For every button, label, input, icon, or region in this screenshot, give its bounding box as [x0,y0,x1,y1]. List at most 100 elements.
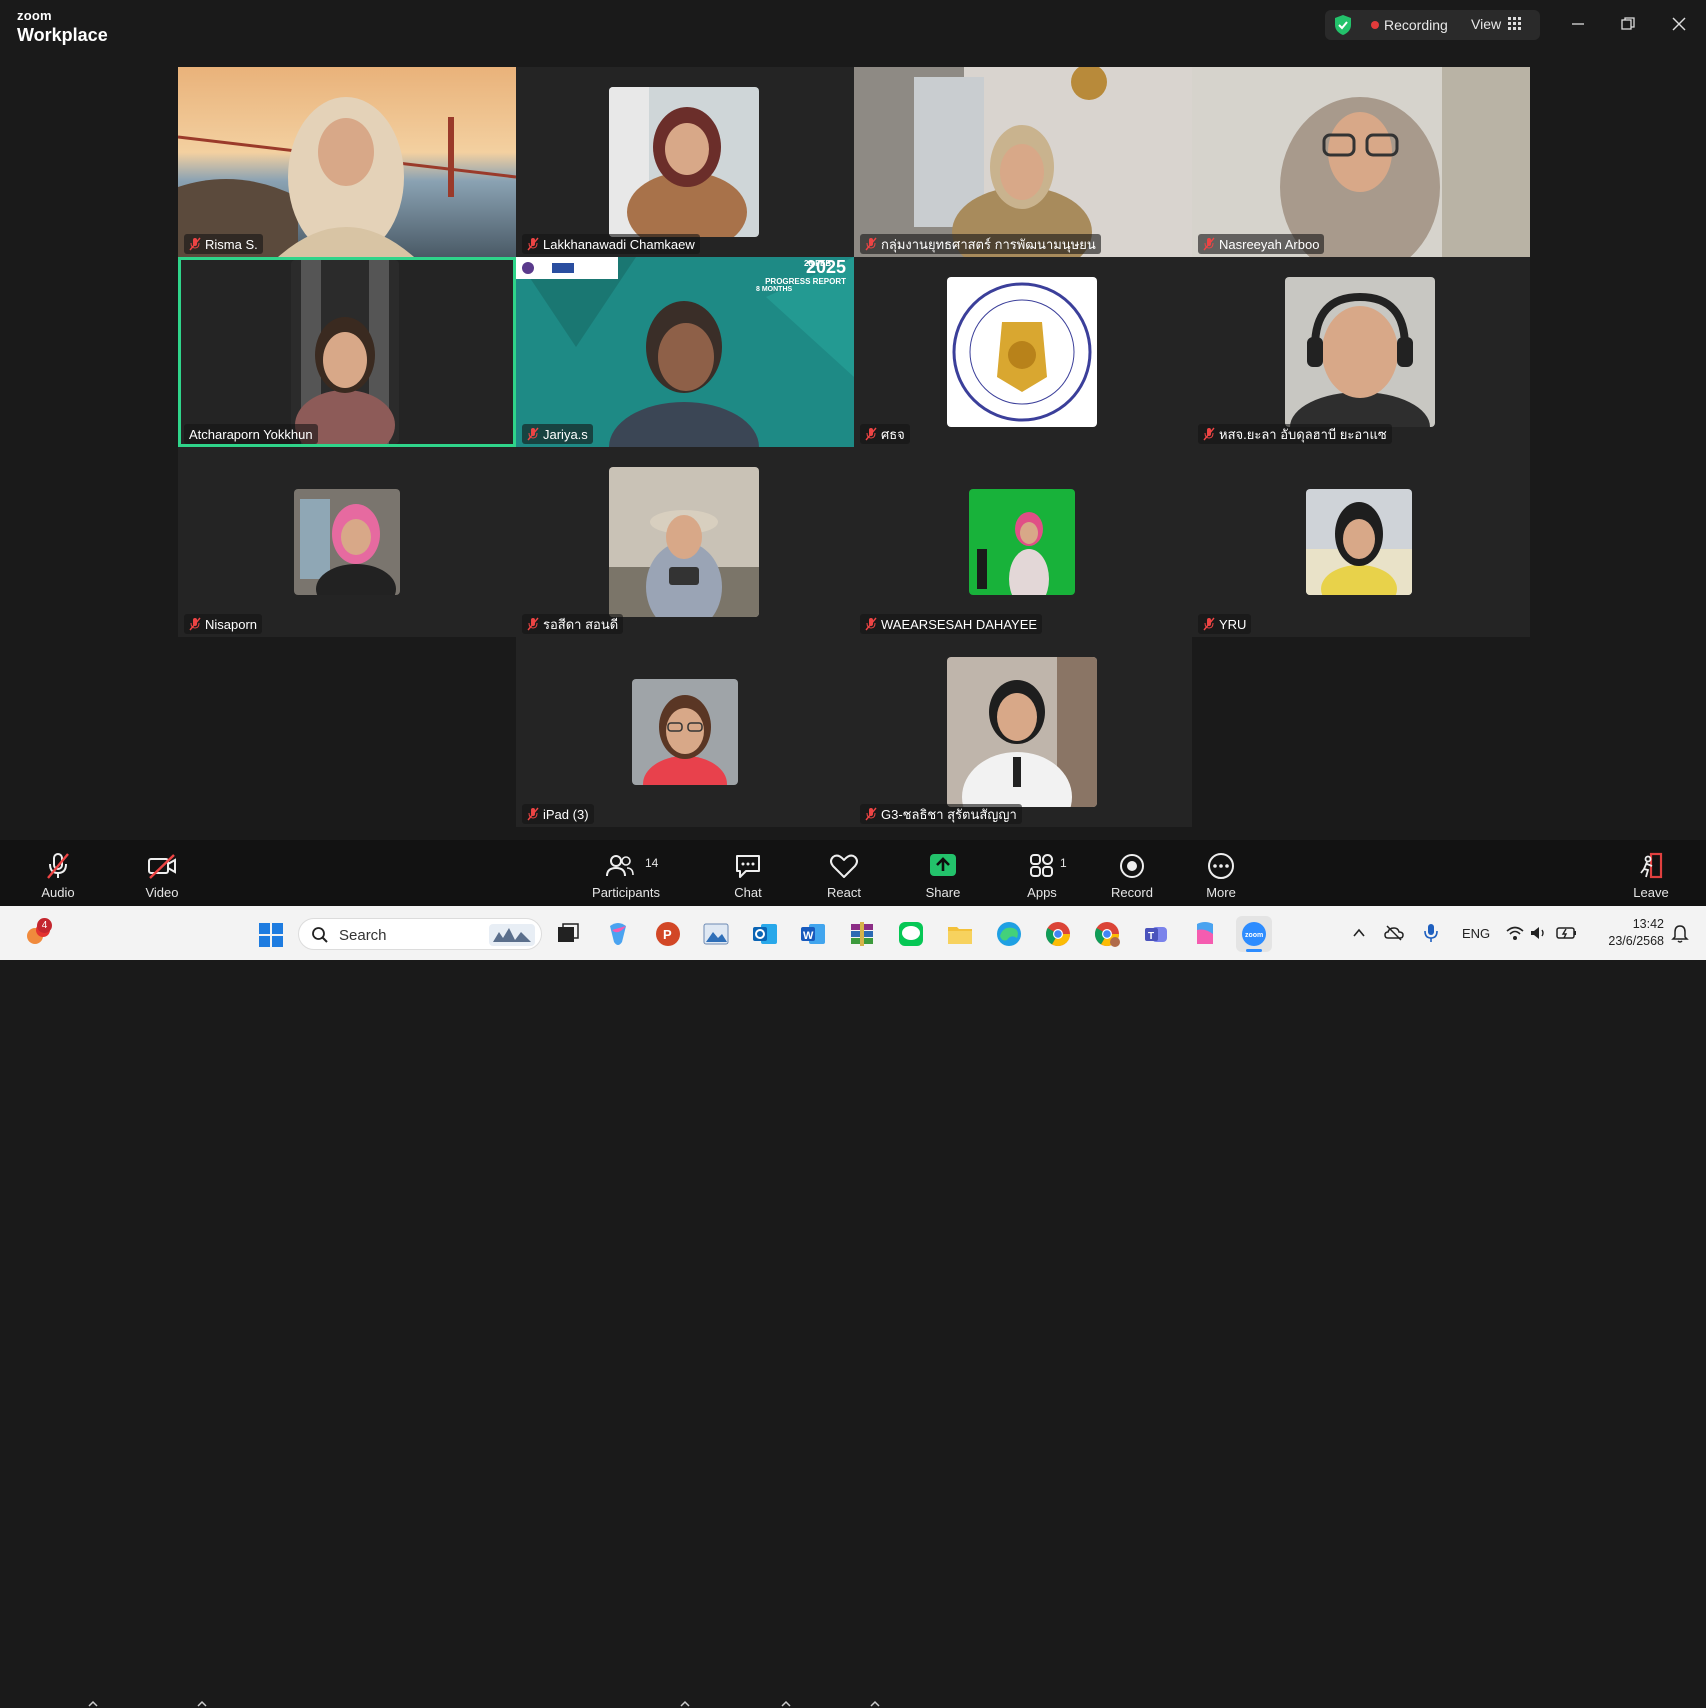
security-shield-icon[interactable] [1333,14,1353,36]
participant-tile[interactable]: Lakkhanawadi Chamkaew [516,67,854,257]
restore-icon [1621,17,1635,30]
apps-label: Apps [1027,885,1057,900]
recording-dot-icon [1371,21,1379,29]
notification-center-icon[interactable] [1670,924,1690,944]
participant-name: Nisaporn [205,616,258,632]
chat-options-caret-icon[interactable] [781,1700,791,1708]
mic-muted-icon [865,237,877,251]
battery-charging-icon[interactable] [1556,925,1578,941]
participant-tile[interactable]: YRU [1192,447,1530,637]
participant-name-tag: YRU [1198,614,1252,634]
taskbar-search-box[interactable]: Search [298,918,542,950]
video-gallery: Risma S. Lakkhanawadi Chamkaew กลุ่มงานย… [0,50,1706,840]
apps-button[interactable]: 1 Apps [1014,840,1070,906]
edge-icon[interactable] [995,920,1023,948]
participant-tile[interactable]: iPad (3) [516,637,854,827]
grid-view-icon[interactable] [1508,17,1521,30]
chat-button[interactable]: Chat [720,840,776,906]
mic-muted-icon [527,427,539,441]
participant-tile[interactable]: G3-ชลธิชา สุรัตนสัญญา [854,637,1192,827]
more-button[interactable]: More [1193,840,1249,906]
active-app-indicator [1246,949,1262,952]
outlook-icon[interactable] [751,920,779,948]
record-button[interactable]: Record [1102,840,1162,906]
participant-name-tag: Lakkhanawadi Chamkaew [522,234,700,254]
microsoft-365-icon[interactable] [1191,920,1219,948]
participant-name: ศธจ [881,426,905,442]
participant-tile[interactable]: รอสีดา สอนดี [516,447,854,637]
participant-name-tag: Nisaporn [184,614,263,634]
profile-logo-image [947,277,1097,427]
title-bar: zoom Workplace Recording View [0,0,1706,50]
system-clock[interactable]: 13:42 23/6/2568 [1594,916,1664,950]
participant-name-tag: Jariya.s [522,424,593,444]
volume-icon[interactable] [1529,924,1547,942]
participant-video [1285,277,1435,427]
show-hidden-icons-icon[interactable] [1352,926,1366,940]
react-label: React [827,885,861,900]
zoom-taskbar-active[interactable]: zoom [1236,916,1272,952]
chrome-profile-icon[interactable] [1093,920,1121,948]
participant-tile[interactable]: WAEARSESAH DAHAYEE [854,447,1192,637]
participant-tile[interactable]: Risma S. [178,67,516,257]
background-months-text: 8 MONTHS [756,286,793,293]
participant-name: Risma S. [205,236,258,252]
teams-icon[interactable]: T [1142,920,1170,948]
minimize-button[interactable] [1558,10,1598,38]
search-icon [312,927,328,943]
microphone-in-use-icon[interactable] [1423,922,1439,944]
powerpoint-icon[interactable]: P [654,920,682,948]
file-explorer-icon[interactable] [946,920,974,948]
participants-options-caret-icon[interactable] [680,1700,690,1708]
react-button[interactable]: React [816,840,872,906]
task-view-icon[interactable] [554,920,582,948]
audio-button[interactable]: Audio [30,840,86,906]
participant-tile[interactable]: ศธจ [854,257,1192,447]
heart-icon [830,854,858,878]
apps-count: 1 [1060,856,1067,870]
audio-options-caret-icon[interactable] [88,1700,98,1708]
windows-start-icon[interactable] [258,922,284,948]
close-button[interactable] [1659,10,1699,38]
share-button[interactable]: Share [914,840,972,906]
mic-muted-icon [189,237,201,251]
participant-tile-active-speaker[interactable]: Atcharaporn Yokkhun [178,257,516,447]
photos-icon[interactable] [702,920,730,948]
participant-tile[interactable]: หสจ.ยะลา อับดุลฮาบี ยะอาแซ [1192,257,1530,447]
participants-icon [606,855,634,877]
restore-button[interactable] [1608,10,1648,38]
participant-video [294,489,400,595]
audio-label: Audio [41,885,75,900]
onedrive-offline-icon[interactable] [1384,924,1404,942]
react-options-caret-icon[interactable] [870,1700,880,1708]
participant-tile[interactable]: กลุ่มงานยุทธศาสตร์ การพัฒนามนุษยน [854,67,1192,257]
participant-tile[interactable]: 28 FEB 2025 PROGRESS REPORT 8 MONTHS Jar… [516,257,854,447]
winrar-icon[interactable] [848,920,876,948]
chrome-icon[interactable] [1044,920,1072,948]
input-language-indicator[interactable]: ENG [1462,926,1490,941]
copilot-icon[interactable] [604,920,632,948]
minimize-icon [1572,23,1584,25]
participant-name: Nasreeyah Arboo [1219,236,1320,252]
mic-muted-icon [527,237,539,251]
recording-indicator[interactable]: Recording [1384,17,1448,33]
mic-muted-icon [1203,617,1215,631]
wifi-icon[interactable] [1505,924,1525,942]
participant-name: Jariya.s [543,426,588,442]
mic-muted-icon [189,617,201,631]
video-options-caret-icon[interactable] [197,1700,207,1708]
participant-tile[interactable]: Nisaporn [178,447,516,637]
participants-button[interactable]: 14 Participants [584,840,668,906]
video-button[interactable]: Video [134,840,190,906]
svg-text:W: W [803,930,814,942]
participant-tile[interactable]: Nasreeyah Arboo [1192,67,1530,257]
participant-video [1306,489,1412,595]
view-button[interactable]: View [1471,16,1501,32]
leave-button[interactable]: Leave [1624,840,1678,906]
svg-text:T: T [1148,931,1154,942]
participant-name-tag: Nasreeyah Arboo [1198,234,1325,254]
word-icon[interactable]: W [799,920,827,948]
participant-name: G3-ชลธิชา สุรัตนสัญญา [881,806,1017,822]
line-icon[interactable] [897,920,925,948]
svg-text:zoom: zoom [1245,932,1263,939]
